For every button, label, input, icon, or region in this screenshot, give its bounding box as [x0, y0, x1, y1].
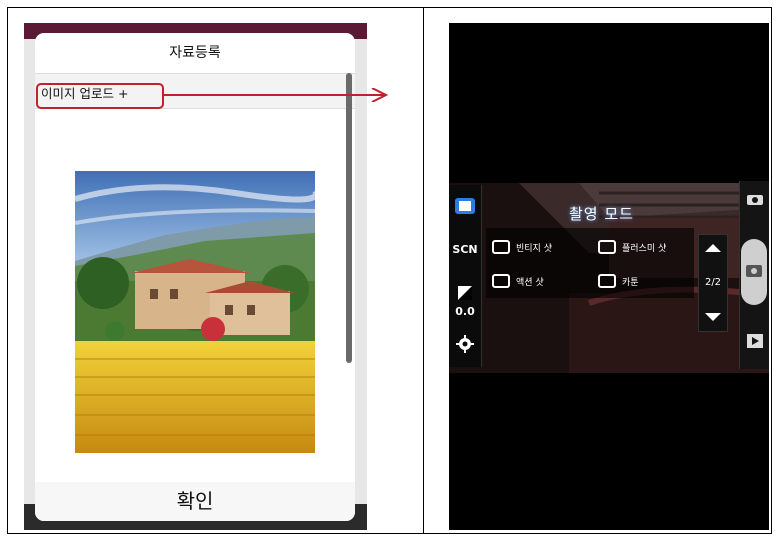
mode-item-label: 액션 샷: [516, 277, 544, 288]
dialog-title: 자료등록: [169, 45, 221, 61]
scn-label[interactable]: SCN: [449, 243, 481, 256]
page-indicator: 2/2: [704, 277, 722, 288]
mode-item-label: 플러스미 샷: [622, 243, 667, 254]
mode-pager: 2/2: [698, 234, 728, 332]
confirm-button[interactable]: 확인: [35, 485, 355, 514]
uploaded-image: [75, 171, 315, 453]
mode-item-label: 빈티지 샷: [516, 243, 552, 254]
plus-me-icon: [598, 240, 616, 254]
camera-left-panel: SCN 0.0: [449, 185, 482, 367]
right-phone-screen: SCN 0.0 촬영 모드 빈티지 샷 플러스미 샷 액션 샷 카툰 2/2: [449, 23, 769, 530]
play-icon[interactable]: [746, 333, 764, 353]
mode-item-vintage[interactable]: 빈티지 샷: [492, 232, 552, 262]
mode-item-action[interactable]: 액션 샷: [492, 266, 544, 296]
camera-right-panel: [739, 181, 769, 369]
shooting-mode-title: 촬영 모드: [569, 205, 634, 223]
screen-mode-icon[interactable]: [449, 197, 481, 218]
scrollbar[interactable]: [346, 73, 352, 363]
mode-item-plus-me[interactable]: 플러스미 샷: [598, 232, 666, 262]
exposure-icon[interactable]: [449, 285, 481, 304]
shutter-icon[interactable]: [741, 239, 767, 305]
action-icon: [492, 274, 510, 288]
panel-divider: [423, 7, 424, 534]
exposure-value: 0.0: [455, 305, 475, 318]
shooting-mode-menu: 빈티지 샷 플러스미 샷 액션 샷 카툰: [486, 228, 694, 298]
settings-gear-icon[interactable]: [449, 335, 481, 356]
mode-item-cartoon[interactable]: 카툰: [598, 266, 639, 296]
arrow-right-icon: [164, 88, 389, 102]
mode-item-label: 카툰: [622, 277, 639, 288]
camera-icon[interactable]: [746, 191, 764, 210]
vintage-icon: [492, 240, 510, 254]
cartoon-icon: [598, 274, 616, 288]
upload-highlight-box: [36, 83, 164, 109]
